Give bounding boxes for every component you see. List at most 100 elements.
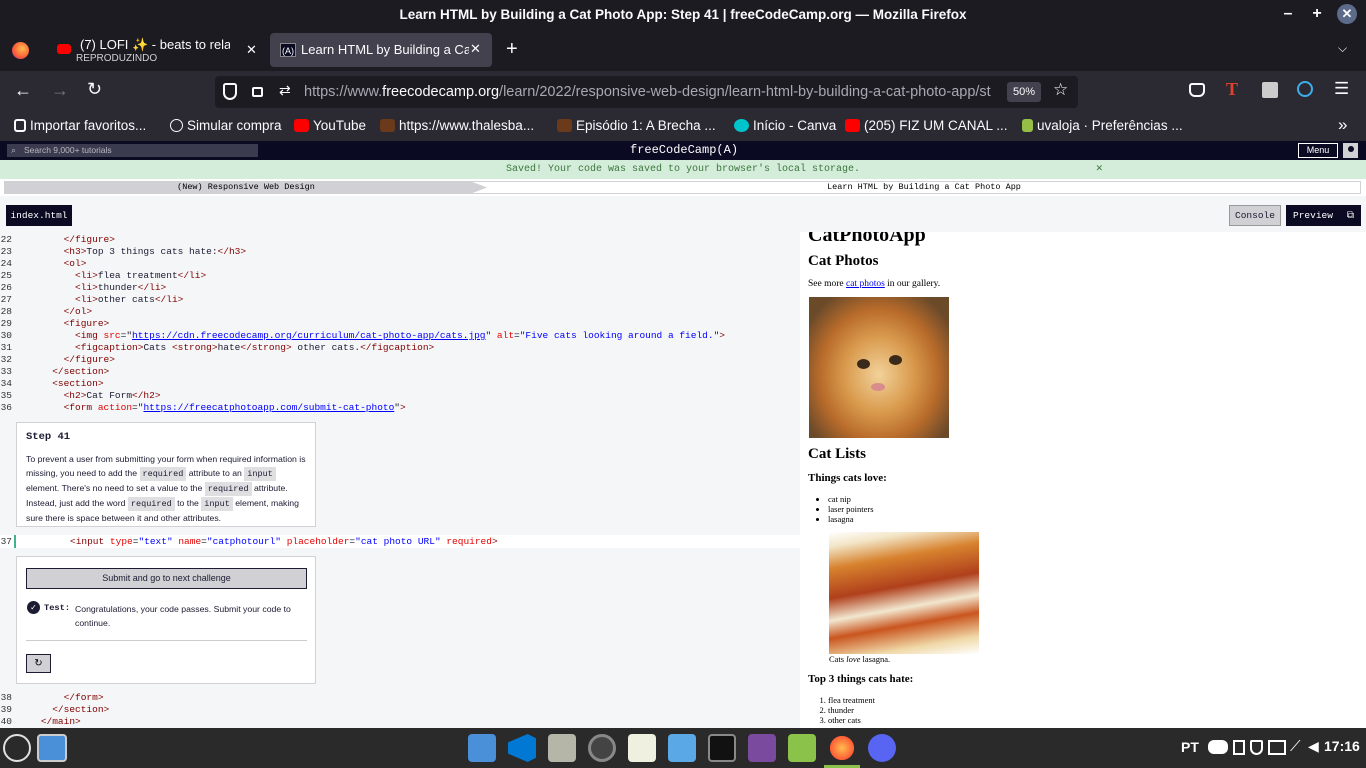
mint-menu-icon[interactable] xyxy=(3,734,31,762)
menu-icon[interactable]: ☰ xyxy=(1334,79,1349,99)
extension-t-icon[interactable]: T xyxy=(1226,79,1238,100)
mint-update-icon[interactable] xyxy=(788,734,816,762)
active-line[interactable]: 37 <input type="text" name="catphotourl"… xyxy=(0,535,800,548)
code-line[interactable]: <li>other cats</li> xyxy=(18,294,183,305)
keyboard-layout[interactable]: PT xyxy=(1181,739,1199,755)
camera-icon[interactable] xyxy=(588,734,616,762)
lock-icon[interactable] xyxy=(252,87,263,97)
video-icon[interactable] xyxy=(748,734,776,762)
text-editor-icon[interactable] xyxy=(628,734,656,762)
fcc-logo[interactable]: freeCodeCamp(A) xyxy=(630,143,738,157)
minimize-icon[interactable]: – xyxy=(1278,4,1298,24)
shield-icon[interactable] xyxy=(223,83,237,100)
close-window-icon[interactable]: ✕ xyxy=(1337,4,1357,24)
code-line[interactable]: <section> xyxy=(18,378,103,389)
vscode-icon[interactable] xyxy=(508,734,536,762)
reset-button[interactable]: ↻ xyxy=(26,654,51,673)
code-editor[interactable]: 22 </figure> 23 <h3>Top 3 things cats hat… xyxy=(0,232,800,728)
tab-lofi[interactable]: (7) LOFI ✨ - beats to relax - REPRODUZIN… xyxy=(46,33,266,67)
bookmark-canal[interactable]: (205) FIZ UM CANAL ... xyxy=(845,118,1008,133)
list-item: other cats xyxy=(828,715,875,725)
breadcrumb-block[interactable]: Learn HTML by Building a Cat Photo App xyxy=(487,182,1361,193)
firefox-taskbar-icon[interactable] xyxy=(828,734,856,762)
menu-button[interactable]: Menu xyxy=(1298,143,1338,158)
shield-tray-icon[interactable] xyxy=(1250,740,1263,755)
code-line[interactable]: </ol> xyxy=(18,306,93,317)
battery-icon[interactable]: ⟋ xyxy=(1290,738,1301,755)
url-text[interactable]: https://www.freecodecamp.org/learn/2022/… xyxy=(304,84,999,100)
code-line[interactable]: </figure> xyxy=(18,234,115,245)
clock[interactable]: 17:16 xyxy=(1324,738,1360,754)
pocket-icon[interactable] xyxy=(1189,83,1205,97)
console-button[interactable]: Console xyxy=(1229,205,1281,226)
discord-icon[interactable] xyxy=(868,734,896,762)
tab-index-html[interactable]: index.html xyxy=(6,205,72,226)
url-bar[interactable]: ⇄ https://www.freecodecamp.org/learn/202… xyxy=(215,76,1078,108)
code-line[interactable]: <img src="https://cdn.freecodecamp.org/c… xyxy=(18,330,725,341)
show-desktop-icon[interactable] xyxy=(37,734,67,762)
code-line[interactable]: <ol> xyxy=(18,258,87,269)
close-alert-icon[interactable]: ✕ xyxy=(1096,160,1103,179)
zoom-level[interactable]: 50% xyxy=(1007,82,1041,102)
volume-icon[interactable]: ◀ xyxy=(1308,738,1319,755)
files-icon[interactable] xyxy=(468,734,496,762)
wx-icon[interactable] xyxy=(668,734,696,762)
bookmark-uvaloja[interactable]: uvaloja · Preferências ... xyxy=(1022,118,1183,133)
bookmark-canva[interactable]: Início - Canva xyxy=(734,118,836,133)
bookmark-import[interactable]: Importar favoritos... xyxy=(14,118,146,133)
code-line[interactable]: </main> xyxy=(18,716,81,727)
clipboard-icon[interactable] xyxy=(1233,740,1245,755)
search-input[interactable]: ⌕ Search 9,000+ tutorials xyxy=(7,144,258,157)
bookmark-thales[interactable]: https://www.thalesba... xyxy=(380,118,534,133)
preview-button[interactable]: Preview xyxy=(1286,205,1340,226)
code-line[interactable]: <li>flea treatment</li> xyxy=(18,270,206,281)
terminal-icon[interactable] xyxy=(708,734,736,762)
code-line[interactable]: </figure> xyxy=(18,354,115,365)
breadcrumb-superblock[interactable]: (New) Responsive Web Design xyxy=(5,182,487,193)
cat-photos-link[interactable]: cat photos xyxy=(846,279,885,289)
bookmark-simular[interactable]: Simular compra xyxy=(170,118,282,133)
maximize-icon[interactable]: + xyxy=(1307,4,1327,24)
firefox-icon[interactable] xyxy=(12,42,29,59)
lasagna-caption: Cats love lasagna. xyxy=(829,654,891,664)
step-title: Step 41 xyxy=(26,431,71,443)
reload-icon[interactable]: ↻ xyxy=(87,79,102,100)
close-tab-icon[interactable]: ✕ xyxy=(470,41,481,57)
line-number: 23 xyxy=(0,246,12,257)
tab-freecodecamp[interactable]: (A) Learn HTML by Building a Ca ✕ xyxy=(270,33,492,67)
star-icon[interactable]: ☆ xyxy=(1053,80,1068,100)
code-line[interactable]: </section> xyxy=(18,704,109,715)
back-icon[interactable]: ← xyxy=(14,80,32,101)
bookmark-episodio[interactable]: Episódio 1: A Brecha ... xyxy=(557,118,716,133)
bookmark-youtube[interactable]: YouTube xyxy=(294,118,366,133)
permissions-icon[interactable]: ⇄ xyxy=(279,82,291,99)
extension-gray-icon[interactable] xyxy=(1262,82,1278,98)
code-line[interactable]: </section> xyxy=(18,366,109,377)
code-lines[interactable]: 22 </figure> 23 <h3>Top 3 things cats hat… xyxy=(0,232,800,413)
code-line[interactable]: <figcaption>Cats <strong>hate</strong> o… xyxy=(18,342,434,353)
code-line[interactable]: </form> xyxy=(18,692,104,703)
chevron-down-icon[interactable]: ⌵ xyxy=(1338,41,1347,56)
network-icon[interactable] xyxy=(1268,740,1286,755)
popout-icon[interactable]: ⧉ xyxy=(1340,205,1361,226)
discord-tray-icon[interactable] xyxy=(1208,740,1228,754)
code-lines-end[interactable]: 38 </form> 39 </section> 40 </main> xyxy=(0,691,800,728)
close-tab-icon[interactable]: ✕ xyxy=(246,42,257,58)
code-line-37[interactable]: <input type="text" name="catphotourl" pl… xyxy=(70,536,498,547)
code-line[interactable]: <h3>Top 3 things cats hate:</h3> xyxy=(18,246,246,257)
submit-button[interactable]: Submit and go to next challenge xyxy=(26,568,307,589)
globe-icon xyxy=(170,119,183,132)
code-line[interactable]: <figure> xyxy=(18,318,110,329)
lasagna-image[interactable] xyxy=(829,532,979,654)
more-bookmarks-icon[interactable]: » xyxy=(1338,115,1347,135)
kitten-image[interactable] xyxy=(809,297,949,438)
code-line[interactable]: <form action="https://freecatphotoapp.co… xyxy=(18,402,406,413)
tab-title: Learn HTML by Building a Ca xyxy=(301,42,469,57)
new-tab-icon[interactable]: + xyxy=(506,38,518,61)
extension-search-icon[interactable] xyxy=(1297,81,1313,97)
avatar[interactable] xyxy=(1343,143,1358,158)
code-line[interactable]: <li>thunder</li> xyxy=(18,282,166,293)
calculator-icon[interactable] xyxy=(548,734,576,762)
code-line[interactable]: <h2>Cat Form</h2> xyxy=(18,390,161,401)
forward-icon[interactable]: → xyxy=(51,80,69,101)
